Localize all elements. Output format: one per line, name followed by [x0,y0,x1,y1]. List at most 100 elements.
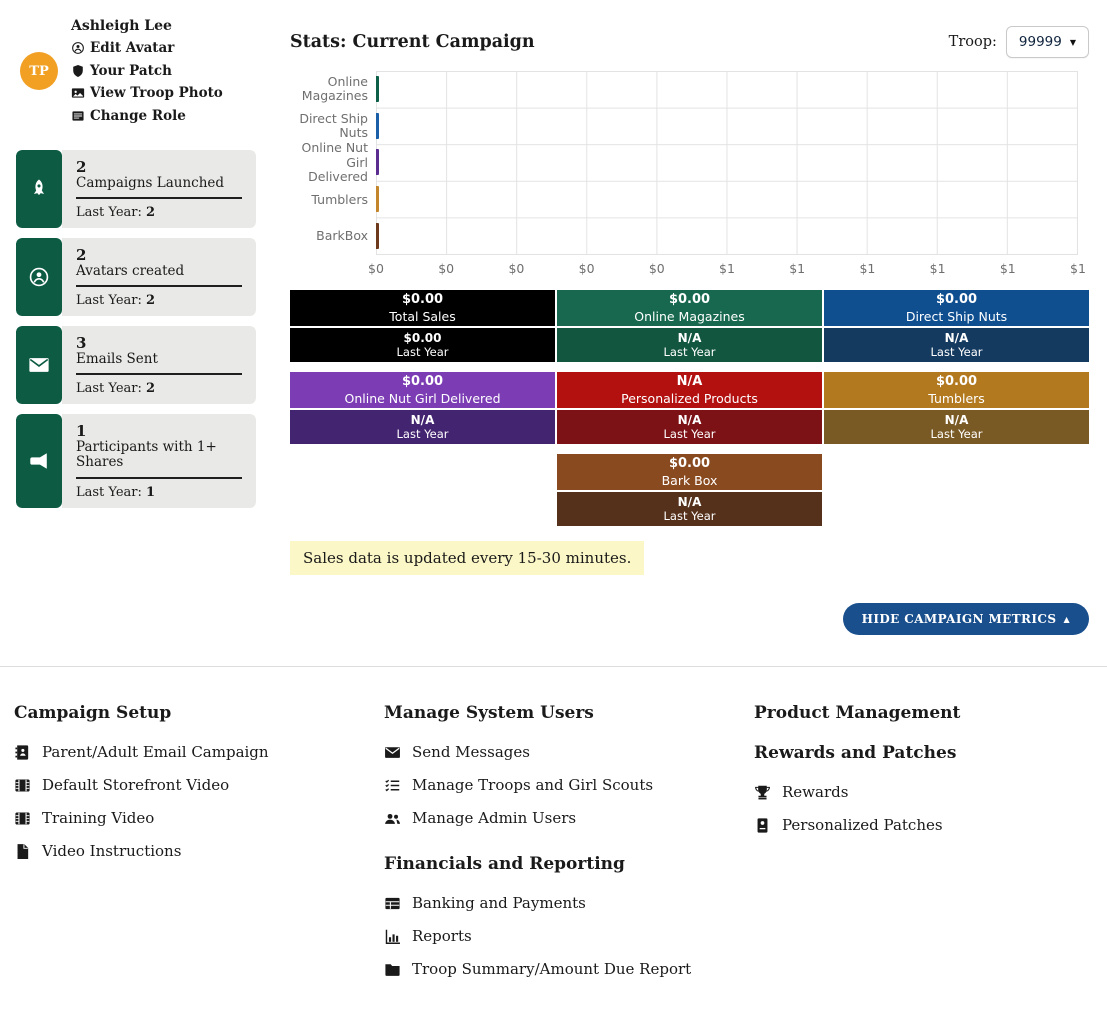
stat-label: Participants with 1+ Shares [76,438,217,471]
main-content: Stats: Current Campaign Troop: 99999 ▼ O… [274,0,1107,635]
film-icon [14,777,31,794]
default-storefront-video-link[interactable]: Default Storefront Video [14,776,384,794]
rocket-icon [16,150,62,229]
stat-value: 2 [76,158,87,176]
stat-last-year: Last Year: 2 [76,293,156,309]
bar-row [376,108,1077,145]
file-icon [14,843,31,860]
shield-icon [71,64,85,78]
your-patch-link[interactable]: Your Patch [71,63,223,79]
send-messages-link[interactable]: Send Messages [384,743,754,761]
chevron-up-icon: ▲ [1063,614,1070,624]
manage-admin-users-link[interactable]: Manage Admin Users [384,809,754,827]
footer-heading: Financials and Reporting [384,854,625,874]
change-role-label: Change Role [90,107,186,124]
parent-adult-email-campaign-link[interactable]: Parent/Adult Email Campaign [14,743,384,761]
page-title: Stats: Current Campaign [290,32,535,52]
envelope-icon [384,744,401,761]
photo-icon [71,86,85,100]
footer-column-manage-users: Manage System Users Send Messages Manage… [384,703,754,993]
bar [376,186,379,213]
troop-summary-amount-due-report-link[interactable]: Troop Summary/Amount Due Report [384,960,754,978]
folder-icon [384,961,401,978]
tile-online-magazines: $0.00 Online Magazines N/A Last Year [557,290,822,362]
training-video-link[interactable]: Training Video [14,809,384,827]
troop-select[interactable]: 99999 ▼ [1005,26,1089,58]
trophy-icon [754,784,771,801]
footer-column-product-management: Product Management Rewards and Patches R… [754,703,1093,993]
stat-value: 2 [76,246,87,265]
change-role-link[interactable]: Change Role [71,108,223,124]
footer-heading: Rewards and Patches [754,743,957,763]
view-troop-photo-link[interactable]: View Troop Photo [71,85,223,101]
edit-avatar-link[interactable]: Edit Avatar [71,40,223,56]
list-icon [71,109,85,123]
x-tick-label: $0 [438,261,455,276]
manage-troops-girl-scouts-link[interactable]: Manage Troops and Girl Scouts [384,776,754,794]
person-circle-icon [16,238,62,317]
footer-heading: Manage System Users [384,703,594,723]
x-tick-label: $0 [508,261,525,276]
bar-row [376,144,1077,181]
checklist-icon [384,777,401,794]
bar [376,222,379,249]
view-troop-photo-label: View Troop Photo [90,85,223,101]
reports-link[interactable]: Reports [384,927,754,945]
category-label: Online Nut Girl Delivered [301,140,368,185]
stat-label: Emails Sent [76,350,158,367]
chart-category-labels: Online Magazines Direct Ship Nuts Online N… [290,71,376,255]
footer-column-campaign-setup: Campaign Setup Parent/Adult Email Campai… [14,703,384,993]
sales-update-note: Sales data is updated every 15-30 minute… [290,541,645,575]
your-patch-label: Your Patch [90,62,172,79]
stat-label: Avatars created [76,262,185,279]
stat-card-participants-shares: 1 Participants with 1+ Shares Last Year:… [16,414,256,508]
stat-card-emails-sent: 3 Emails Sent Last Year: 2 [16,326,256,405]
address-book-icon [14,744,31,761]
bar-row [376,181,1077,218]
category-label: BarkBox [316,228,368,244]
footer-heading: Product Management [754,703,961,723]
stat-last-year: Last Year: 1 [76,484,156,500]
table-icon [384,895,401,912]
profile-name: Ashleigh Lee [71,18,172,34]
bar [376,112,379,139]
tile-total-sales: $0.00 Total Sales $0.00 Last Year [290,290,555,362]
stat-card-avatars-created: 2 Avatars created Last Year: 2 [16,238,256,317]
footer-heading: Campaign Setup [14,703,172,723]
hide-campaign-metrics-button[interactable]: HIDE CAMPAIGN METRICS ▲ [842,603,1089,635]
people-icon [384,810,401,827]
video-instructions-link[interactable]: Video Instructions [14,842,384,860]
envelope-icon [16,326,62,405]
personalized-patches-link[interactable]: Personalized Patches [754,816,1093,834]
bar [376,76,379,103]
bar-row [376,217,1077,254]
x-tick-label: $1 [929,261,946,276]
x-tick-label: $1 [789,261,806,276]
stat-value: 1 [76,422,87,441]
troop-label: Troop: [948,34,997,50]
x-tick-label: $0 [648,261,665,276]
tile-online-nut-girl-delivered: $0.00 Online Nut Girl Delivered N/A Last Y… [290,372,555,444]
category-label: Direct Ship Nuts [299,110,368,141]
category-label: Tumblers [311,191,368,207]
category-label: Online Magazines [301,74,368,104]
stat-value: 3 [76,334,87,353]
sales-bar-chart: Online Magazines Direct Ship Nuts Online N… [290,71,1089,277]
rewards-link[interactable]: Rewards [754,783,1093,801]
tile-direct-ship-nuts: $0.00 Direct Ship Nuts N/A Last Year [824,290,1089,362]
chart-plot [376,71,1078,255]
x-tick-label: $1 [859,261,876,276]
bar-chart-icon [384,928,401,945]
x-tick-label: $1 [999,261,1016,276]
page-layout: TP Ashleigh Lee Edit Avatar Your Patch V… [0,0,1107,635]
chevron-down-icon: ▼ [1069,37,1076,47]
banking-and-payments-link[interactable]: Banking and Payments [384,894,754,912]
x-tick-label: $0 [578,261,595,276]
campaign-metric-tiles: $0.00 Total Sales $0.00 Last Year $0.00 Onl… [290,290,1089,526]
tile-personalized-products: N/A Personalized Products N/A Last Year [557,372,822,444]
x-tick-label: $0 [368,261,384,276]
troop-select-value: 99999 [1018,34,1062,50]
bar [376,149,379,176]
patch-icon [754,817,771,834]
person-circle-icon [71,41,85,55]
